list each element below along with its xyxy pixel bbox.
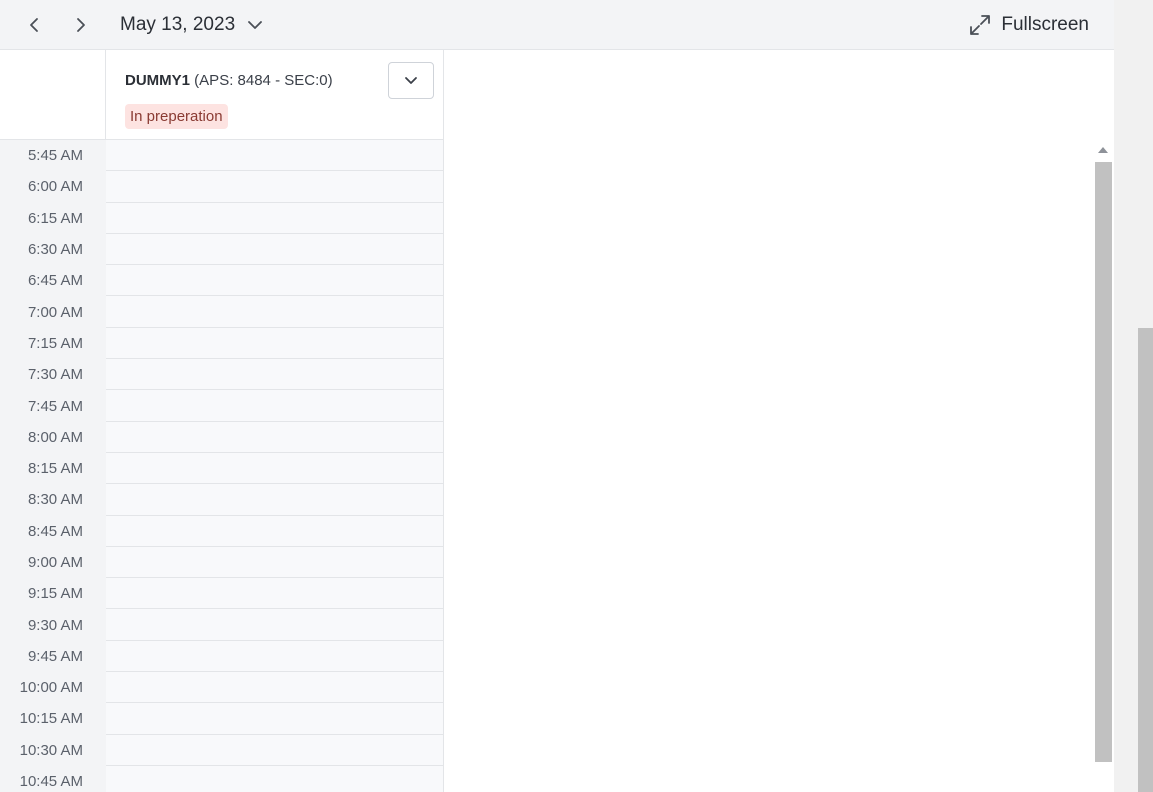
time-label: 8:30 AM xyxy=(0,484,106,516)
time-label: 9:30 AM xyxy=(0,609,106,641)
time-row: 10:15 AM xyxy=(0,703,444,735)
date-picker[interactable]: May 13, 2023 xyxy=(120,12,263,38)
time-label: 7:45 AM xyxy=(0,390,106,422)
resource-name: DUMMY1 xyxy=(125,72,191,89)
next-day-button[interactable] xyxy=(66,10,96,40)
time-slot-cell[interactable] xyxy=(106,233,444,266)
time-row: 7:30 AM xyxy=(0,359,444,391)
time-slot-cell[interactable] xyxy=(106,734,444,766)
time-slot-cell[interactable] xyxy=(106,609,444,641)
chevron-left-icon xyxy=(30,18,38,32)
chevron-right-icon xyxy=(77,18,85,32)
chevron-down-icon xyxy=(405,76,417,84)
grid-scrollbar[interactable] xyxy=(1094,142,1114,792)
time-row: 7:00 AM xyxy=(0,296,444,328)
time-row: 9:30 AM xyxy=(0,609,444,641)
time-row: 10:45 AM xyxy=(0,765,444,792)
time-slot-cell[interactable] xyxy=(106,452,444,485)
calendar-app: May 13, 2023 Fullscreen DUMMY1 (APS: 848… xyxy=(0,0,1153,792)
time-row: 6:00 AM xyxy=(0,171,444,203)
resource-title: DUMMY1 (APS: 8484 - SEC:0) xyxy=(125,72,333,89)
time-row: 8:00 AM xyxy=(0,421,444,453)
time-slot-cell[interactable] xyxy=(106,765,444,792)
time-label: 9:15 AM xyxy=(0,578,106,610)
previous-day-button[interactable] xyxy=(19,10,49,40)
grid-scrollbar-thumb[interactable] xyxy=(1095,162,1112,762)
time-label: 10:00 AM xyxy=(0,672,106,704)
time-row: 8:15 AM xyxy=(0,452,444,485)
time-label: 10:45 AM xyxy=(0,765,106,792)
time-slot-cell[interactable] xyxy=(106,515,444,547)
time-slot-cell[interactable] xyxy=(106,484,444,516)
time-label: 10:30 AM xyxy=(0,734,106,766)
chevron-down-icon xyxy=(247,20,263,30)
fullscreen-button[interactable]: Fullscreen xyxy=(969,12,1089,38)
time-grid: 5:45 AM 6:00 AM 6:15 AM 6:30 AM 6:45 AM 7:00 … xyxy=(0,140,1094,792)
time-slot-cell[interactable] xyxy=(106,578,444,610)
current-date: May 13, 2023 xyxy=(120,14,236,35)
time-label: 8:15 AM xyxy=(0,452,106,485)
time-slot-cell[interactable] xyxy=(106,672,444,704)
page-scrollbar[interactable] xyxy=(1114,0,1153,792)
time-label: 5:45 AM xyxy=(0,140,106,172)
time-row: 6:15 AM xyxy=(0,202,444,234)
time-row: 9:00 AM xyxy=(0,546,444,579)
time-label: 8:00 AM xyxy=(0,421,106,453)
time-slot-cell[interactable] xyxy=(106,265,444,297)
time-label: 10:15 AM xyxy=(0,703,106,735)
resource-column-header: DUMMY1 (APS: 8484 - SEC:0) In preperatio… xyxy=(106,50,444,140)
time-label: 6:00 AM xyxy=(0,171,106,203)
time-row: 10:30 AM xyxy=(0,734,444,766)
time-row: 10:00 AM xyxy=(0,672,444,704)
resource-header-row: DUMMY1 (APS: 8484 - SEC:0) In preperatio… xyxy=(0,50,1114,140)
page-scrollbar-thumb[interactable] xyxy=(1138,328,1153,792)
time-row: 9:45 AM xyxy=(0,640,444,673)
time-slot-cell[interactable] xyxy=(106,171,444,203)
time-label: 6:30 AM xyxy=(0,233,106,266)
time-slot-cell[interactable] xyxy=(106,546,444,579)
time-row: 8:45 AM xyxy=(0,515,444,547)
time-row: 7:15 AM xyxy=(0,327,444,360)
time-label: 6:15 AM xyxy=(0,202,106,234)
resource-options-button[interactable] xyxy=(388,62,434,99)
time-label: 7:30 AM xyxy=(0,359,106,391)
time-row: 6:30 AM xyxy=(0,233,444,266)
time-row: 8:30 AM xyxy=(0,484,444,516)
time-label: 6:45 AM xyxy=(0,265,106,297)
time-row: 6:45 AM xyxy=(0,265,444,297)
time-row: 7:45 AM xyxy=(0,390,444,422)
time-slot-cell[interactable] xyxy=(106,390,444,422)
calendar-toolbar: May 13, 2023 Fullscreen xyxy=(0,0,1114,50)
time-label: 7:15 AM xyxy=(0,327,106,360)
scroll-up-arrow-icon[interactable] xyxy=(1098,147,1108,153)
time-label: 8:45 AM xyxy=(0,515,106,547)
time-slot-cell[interactable] xyxy=(106,202,444,234)
time-slot-cell[interactable] xyxy=(106,296,444,328)
status-badge: In preperation xyxy=(125,104,228,129)
time-label: 7:00 AM xyxy=(0,296,106,328)
resource-details: (APS: 8484 - SEC:0) xyxy=(190,72,333,89)
expand-icon xyxy=(970,15,991,35)
time-label: 9:45 AM xyxy=(0,640,106,673)
time-slot-cell[interactable] xyxy=(106,140,444,172)
fullscreen-label: Fullscreen xyxy=(1001,14,1089,35)
time-slot-cell[interactable] xyxy=(106,359,444,391)
time-label: 9:00 AM xyxy=(0,546,106,579)
time-gutter-header xyxy=(0,50,106,140)
time-slot-cell[interactable] xyxy=(106,640,444,673)
time-slot-cell[interactable] xyxy=(106,703,444,735)
time-row: 9:15 AM xyxy=(0,578,444,610)
time-slot-cell[interactable] xyxy=(106,421,444,453)
time-row: 5:45 AM xyxy=(0,140,444,172)
time-slot-cell[interactable] xyxy=(106,327,444,360)
